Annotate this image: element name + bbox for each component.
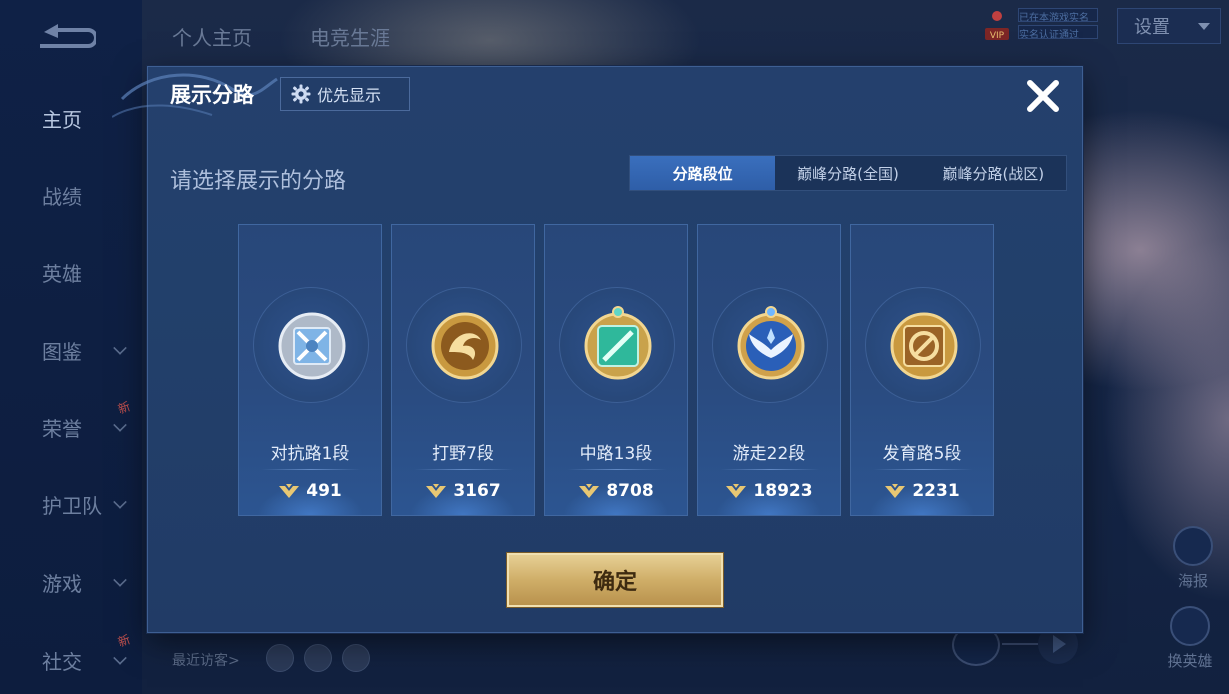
lane-cards: 对抗路1段 491 打野7段 3167 中路13段 8708 游走22段 189…	[238, 224, 994, 516]
tab-esports[interactable]: 电竞生涯	[310, 22, 390, 51]
vip-badge-icon[interactable]: VIP	[984, 8, 1010, 42]
tab-lane-rank[interactable]: 分路段位	[630, 156, 776, 190]
confirm-button[interactable]: 确定	[507, 553, 723, 607]
promo-line: 实名认证通过	[1018, 25, 1098, 39]
farm-lane-emblem-icon	[890, 312, 958, 380]
lane-rank-label: 对抗路1段	[270, 444, 350, 464]
score-arrow-icon	[726, 484, 747, 498]
divider	[720, 469, 820, 470]
nav-item[interactable]: 护卫队	[0, 484, 142, 524]
score-arrow-icon	[279, 484, 300, 498]
emblem-ring	[712, 287, 828, 403]
divider	[873, 469, 973, 470]
chevron-down-icon	[113, 651, 127, 665]
lane-score-value: 18923	[753, 481, 813, 501]
recent-visitors-link[interactable]: 最近访客>	[172, 650, 240, 670]
nav-item[interactable]: 图鉴	[0, 330, 142, 370]
lane-rank-label: 打野7段	[432, 444, 494, 464]
new-badge: 新	[116, 399, 133, 417]
nav-item[interactable]: 荣誉 新	[0, 399, 142, 447]
lane-score: 491	[239, 481, 381, 501]
lane-score-value: 2231	[912, 481, 960, 501]
lane-category-tabs: 分路段位 巅峰分路(全国) 巅峰分路(战区)	[629, 155, 1067, 191]
chevron-down-icon	[1198, 23, 1210, 30]
nav-item-label: 主页	[42, 107, 82, 132]
change-hero-icon	[1170, 606, 1210, 646]
settings-label: 设置	[1134, 17, 1170, 38]
lane-card-clash[interactable]: 对抗路1段 491	[238, 224, 382, 516]
promo-line: 已在本游戏实名	[1018, 8, 1098, 22]
lane-rank-label: 游走22段	[732, 444, 806, 464]
lane-score: 2231	[851, 481, 993, 501]
visitor-avatar[interactable]	[266, 644, 294, 672]
emblem-ring	[253, 287, 369, 403]
divider	[261, 469, 361, 470]
promo-lines: 已在本游戏实名 实名认证通过	[1018, 8, 1098, 44]
back-arrow-icon[interactable]	[34, 24, 96, 52]
lane-card-farm[interactable]: 发育路5段 2231	[850, 224, 994, 516]
vip-label: VIP	[990, 31, 1005, 41]
lane-card-roam[interactable]: 游走22段 18923	[697, 224, 841, 516]
lane-score: 18923	[698, 481, 840, 501]
lane-card-mid[interactable]: 中路13段 8708	[544, 224, 688, 516]
tab-peak-lane-national[interactable]: 巅峰分路(全国)	[775, 156, 920, 190]
lane-score-value: 491	[306, 481, 342, 501]
new-badge: 新	[116, 632, 133, 650]
clash-lane-emblem-icon	[278, 312, 346, 380]
lane-rank-label: 中路13段	[579, 444, 653, 464]
poster-icon	[1173, 526, 1213, 566]
lane-display-dialog: 展示分路 优先显示 请选择展示的分路 分路段位 巅峰分路(全国) 巅峰分路(战区…	[112, 66, 1083, 633]
gear-icon	[291, 84, 311, 104]
lane-score: 3167	[392, 481, 534, 501]
top-tabs: 个人主页 电竞生涯	[172, 22, 390, 51]
tab-peak-lane-region[interactable]: 巅峰分路(战区)	[921, 156, 1066, 190]
nav-item-label: 社交	[42, 649, 82, 674]
lane-score-value: 3167	[453, 481, 501, 501]
close-icon[interactable]	[1024, 77, 1062, 115]
emblem-ring	[865, 287, 981, 403]
change-hero-label: 换英雄	[1167, 652, 1213, 670]
lane-score: 8708	[545, 481, 687, 501]
divider	[1002, 643, 1038, 645]
nav-item[interactable]: 英雄	[0, 252, 142, 292]
nav-item-label: 战绩	[42, 184, 82, 209]
settings-dropdown[interactable]: 设置	[1117, 8, 1221, 44]
score-arrow-icon	[885, 484, 906, 498]
chevron-down-icon	[113, 495, 127, 509]
mid-lane-emblem-icon	[584, 306, 652, 380]
nav-item[interactable]: 战绩	[0, 175, 142, 215]
nav-item-label: 英雄	[42, 261, 82, 286]
roam-wings-emblem-icon	[737, 306, 805, 380]
tab-profile[interactable]: 个人主页	[172, 22, 252, 51]
jungle-dragon-emblem-icon	[431, 312, 499, 380]
emblem-ring	[559, 287, 675, 403]
score-arrow-icon	[426, 484, 447, 498]
score-arrow-icon	[579, 484, 600, 498]
priority-display-label: 优先显示	[317, 86, 382, 105]
nav-item[interactable]: 游戏	[0, 562, 142, 602]
emblem-ring	[406, 287, 522, 403]
divider	[567, 469, 667, 470]
chevron-down-icon	[113, 418, 127, 432]
lane-rank-label: 发育路5段	[882, 444, 962, 464]
chevron-down-icon	[113, 573, 127, 587]
poster-label: 海报	[1177, 572, 1208, 590]
priority-display-button[interactable]: 优先显示	[280, 77, 410, 111]
dialog-title: 展示分路	[170, 83, 254, 107]
visitor-avatar[interactable]	[342, 644, 370, 672]
change-hero-button[interactable]: 换英雄	[1160, 606, 1220, 671]
nav-item-label: 图鉴	[42, 339, 82, 364]
visitor-avatar[interactable]	[304, 644, 332, 672]
lane-score-value: 8708	[606, 481, 654, 501]
nav-item-label: 护卫队	[42, 493, 102, 518]
nav-item[interactable]: 社交 新	[0, 632, 142, 680]
dialog-subtitle: 请选择展示的分路	[170, 169, 347, 194]
nav-item-label: 游戏	[42, 571, 82, 596]
lane-card-jungle[interactable]: 打野7段 3167	[391, 224, 535, 516]
poster-button[interactable]: 海报	[1163, 526, 1223, 591]
divider	[414, 469, 514, 470]
chevron-down-icon	[113, 341, 127, 355]
nav-item-label: 荣誉	[42, 416, 82, 441]
